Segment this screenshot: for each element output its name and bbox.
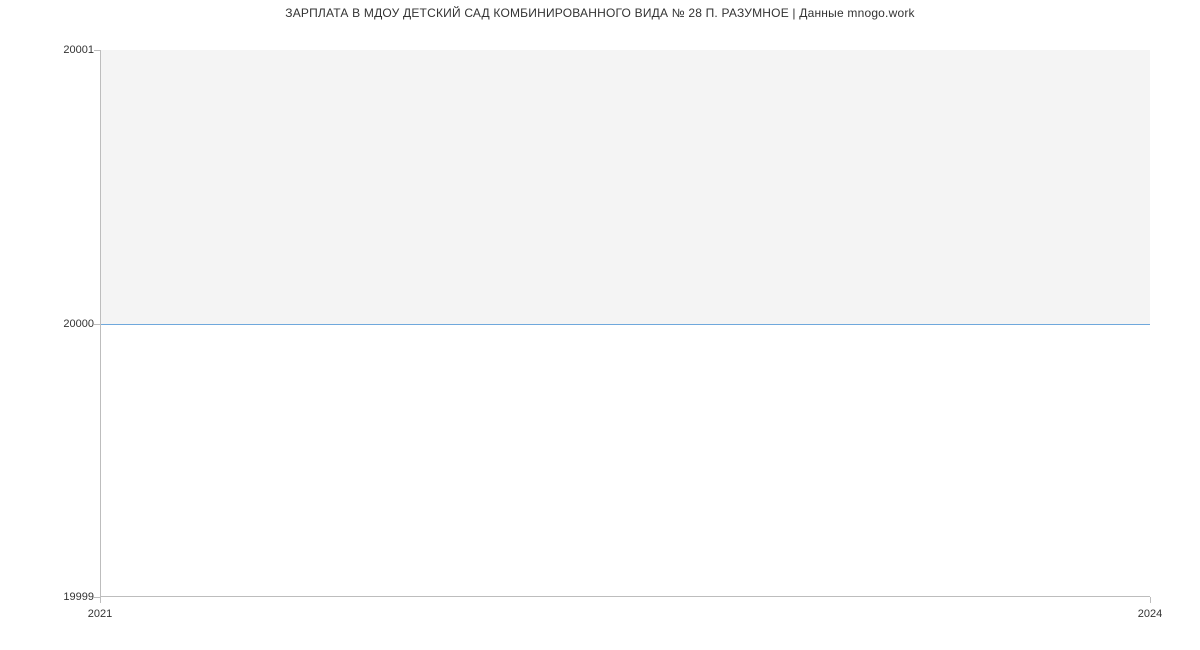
- y-axis: [100, 50, 101, 597]
- x-tick-label: 2021: [88, 608, 112, 620]
- y-tick: [94, 50, 100, 51]
- plot-area: [100, 50, 1150, 597]
- x-tick: [1150, 597, 1151, 603]
- y-tick: [94, 324, 100, 325]
- y-tick-label: 20000: [6, 318, 94, 330]
- x-tick: [100, 597, 101, 603]
- shaded-upper-band: [100, 50, 1150, 324]
- salary-chart: ЗАРПЛАТА В МДОУ ДЕТСКИЙ САД КОМБИНИРОВАН…: [0, 0, 1200, 650]
- chart-title: ЗАРПЛАТА В МДОУ ДЕТСКИЙ САД КОМБИНИРОВАН…: [0, 6, 1200, 20]
- x-tick-label: 2024: [1138, 608, 1162, 620]
- y-tick-label: 20001: [6, 44, 94, 56]
- x-axis: [100, 596, 1150, 597]
- series-line-zarplata: [100, 324, 1150, 325]
- y-tick-label: 19999: [6, 591, 94, 603]
